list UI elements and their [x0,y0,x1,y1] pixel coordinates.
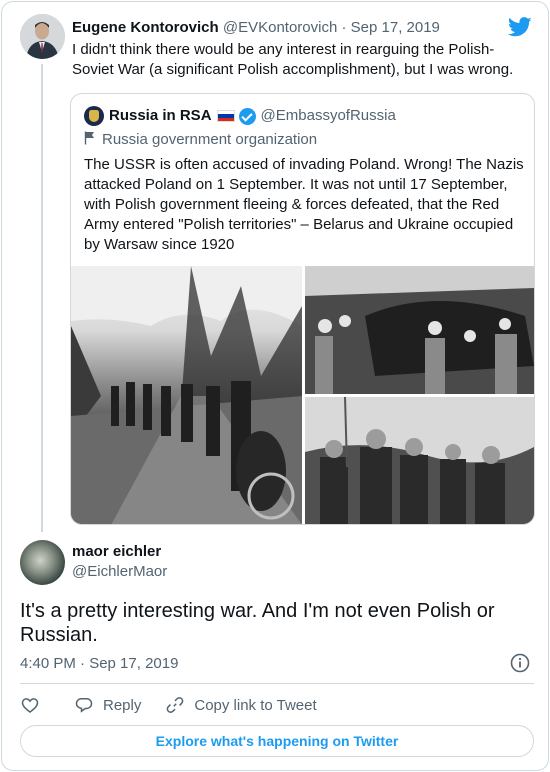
like-button[interactable] [20,695,40,715]
quoted-tweet-text: The USSR is often accused of invading Po… [84,156,524,253]
tweet-timestamp[interactable]: 4:40 PM · Sep 17, 2019 [20,655,178,673]
quoted-author-handle[interactable]: @EmbassyofRussia [261,106,396,126]
parent-tweet[interactable]: Eugene Kontorovich @EVKontorovich · Sep … [2,2,548,532]
copy-link-label: Copy link to Tweet [194,696,317,714]
government-org-label: Russia government organization [84,130,317,150]
soldiers-with-villagers-photo[interactable] [305,397,534,524]
flag-icon [84,131,94,145]
author-name[interactable]: Eugene Kontorovich [72,19,219,36]
explore-twitter-button[interactable]: Explore what's happening on Twitter [20,725,534,757]
avatar[interactable] [20,14,65,59]
meta-separator: · [341,19,347,36]
org-label-text: Russia government organization [102,131,318,148]
photo-grid [71,266,534,524]
divider [20,683,534,684]
verified-badge-icon [238,107,256,125]
tweet-embed-card: Eugene Kontorovich @EVKontorovich · Sep … [1,1,549,771]
soldiers-marching-road-photo[interactable] [71,266,302,524]
russia-flag-icon [216,110,235,122]
reply-avatar[interactable] [20,540,65,585]
info-icon[interactable] [510,653,530,673]
quoted-header: Russia in RSA @EmbassyofRussia [84,106,396,126]
parent-tweet-text: I didn't think there would be any intere… [72,41,514,78]
author-handle[interactable]: @EVKontorovich [223,19,337,36]
parent-header: Eugene Kontorovich @EVKontorovich · Sep … [72,19,440,37]
copy-link-button[interactable]: Copy link to Tweet [165,695,317,715]
reply-author-handle[interactable]: @EichlerMaor [72,563,167,581]
quoted-author-name[interactable]: Russia in RSA [109,106,212,126]
reply-author-name[interactable]: maor eichler [72,543,161,561]
coat-of-arms-icon[interactable] [84,106,104,126]
reply-tweet-text: It's a pretty interesting war. And I'm n… [20,600,495,646]
thread-line [41,64,43,532]
reply-button[interactable]: Reply [74,695,141,715]
crowd-greeting-tank-photo[interactable] [305,266,534,394]
reply-label: Reply [103,696,142,714]
tweet-date[interactable]: Sep 17, 2019 [351,19,440,36]
heart-icon [21,698,39,714]
link-icon [167,697,184,713]
reply-bubble-icon [75,698,93,713]
quoted-tweet[interactable]: Russia in RSA @EmbassyofRussia Russia go… [70,93,535,525]
person-avatar-icon [20,14,65,59]
twitter-bird-icon[interactable] [508,16,532,38]
action-bar: Reply Copy link to Tweet [20,694,317,716]
